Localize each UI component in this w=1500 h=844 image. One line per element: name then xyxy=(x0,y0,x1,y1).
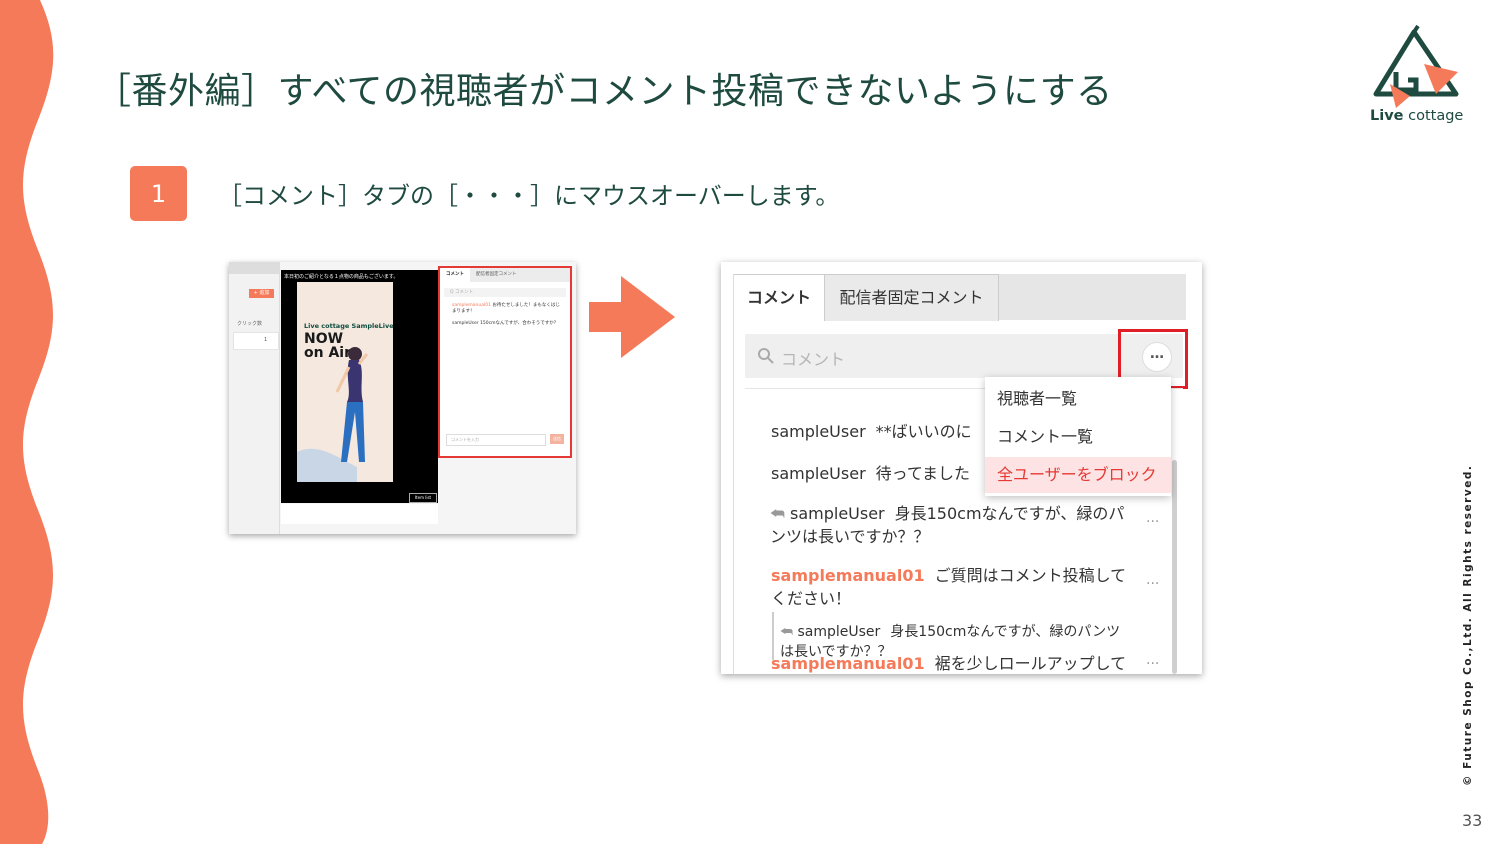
logo-wordmark: Live cottage xyxy=(1370,108,1464,124)
comment-more-button[interactable]: ··· xyxy=(1146,656,1159,672)
now-on-air-poster: Live cottage SampleLive NOW on Air xyxy=(297,282,393,482)
tab-pinned-comment[interactable]: 配信者固定コメント xyxy=(825,274,999,321)
item-list-button[interactable]: Item list xyxy=(409,493,437,503)
comment-item: ⮪ sampleUser 身長150cmなんですが、緑のパ ンツは長いですか？？ xyxy=(770,504,1125,546)
slide-title: ［番外編］すべての視聴者がコメント投稿できないようにする xyxy=(95,71,1113,112)
comment-search-small[interactable]: Q コメント xyxy=(444,288,566,297)
stats-row xyxy=(281,504,438,524)
page-number: 33 xyxy=(1462,811,1483,830)
menu-item-viewer-list[interactable]: 視聴者一覧 xyxy=(985,381,1171,417)
menu-item-comment-list[interactable]: コメント一覧 xyxy=(985,419,1171,455)
search-icon xyxy=(758,348,774,364)
menu-item-block-all-users[interactable]: 全ユーザーをブロック xyxy=(985,457,1171,493)
comment-more-button[interactable]: ··· xyxy=(1146,514,1159,530)
admin-sidebar: + 追加 クリック数 1 xyxy=(229,262,280,534)
comment-item: samplemanual01 ご質問はコメント投稿して ください！ xyxy=(771,566,1127,608)
comment-panel-zoom: コメント 配信者固定コメント コメント … sampleUser **ばいいのに … xyxy=(721,262,1202,674)
add-button[interactable]: + 追加 xyxy=(249,289,274,298)
video-top-text: 本日初のご紹介となる１点物の商品もございます。 xyxy=(284,274,399,280)
comment-item: samplemanual01 裾を少しロールアップして xyxy=(771,654,1127,673)
more-options-menu: 視聴者一覧 コメント一覧 全ユーザーをブロック xyxy=(985,377,1171,496)
copyright-notice: © Future Shop Co.,Ltd. All Rights reserv… xyxy=(1462,464,1474,786)
wavy-border-decoration xyxy=(0,0,54,844)
live-admin-screenshot: + 追加 クリック数 1 本日初のご紹介となる１点物の商品もございます。 Liv… xyxy=(229,262,576,534)
reply-icon: ⮪ xyxy=(770,504,785,523)
step-instruction: ［コメント］タブの［・・・］にマウスオーバーします。 xyxy=(218,182,840,210)
reply-icon: ⮪ xyxy=(780,624,794,640)
woman-illustration-icon xyxy=(297,347,369,482)
scrollbar[interactable] xyxy=(1172,460,1177,674)
right-arrow-icon xyxy=(589,276,675,358)
comment-item: sampleUser 待ってました xyxy=(771,464,971,483)
chat-message-small: samplemanual01 お待たせしました！まもなくはじまります！ xyxy=(452,303,560,314)
click-row: 1 xyxy=(233,332,279,350)
click-count-label: クリック数 xyxy=(237,321,263,327)
tab-comment-small[interactable]: コメント xyxy=(440,268,470,282)
live-cottage-logo-icon xyxy=(1373,24,1459,108)
tab-pinned-small[interactable]: 配信者固定コメント xyxy=(470,268,523,282)
tab-comment[interactable]: コメント xyxy=(734,274,825,321)
chat-message-small: sampleUser 150cmなんですが、合わそうですか？ xyxy=(452,321,559,326)
send-button-small[interactable]: 送信 xyxy=(550,434,564,444)
comment-input-small[interactable]: コメントを入力 xyxy=(446,434,546,446)
chat-panel-highlight: コメント 配信者固定コメント Q コメント samplemanual01 お待た… xyxy=(438,266,572,458)
comment-item: sampleUser **ばいいのに xyxy=(771,422,972,441)
step-number-badge: 1 xyxy=(130,166,187,221)
comment-more-button[interactable]: ··· xyxy=(1146,576,1159,592)
